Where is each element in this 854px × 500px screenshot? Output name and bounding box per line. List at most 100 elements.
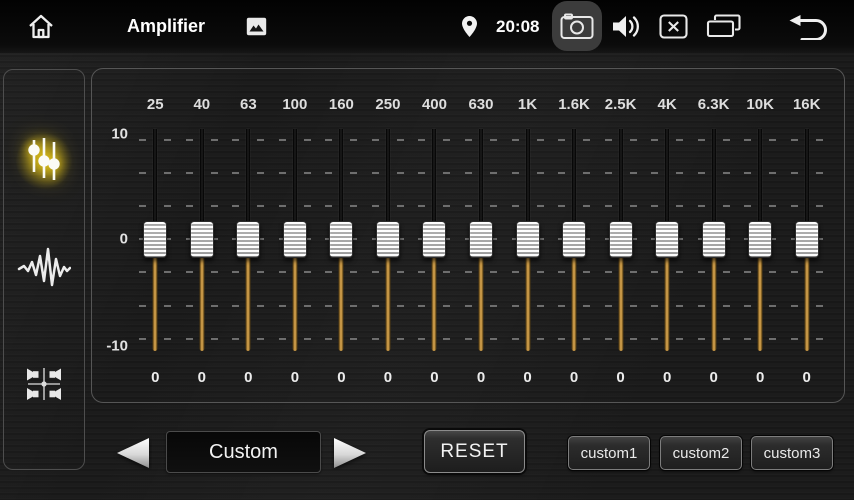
tick-mark bbox=[257, 205, 264, 207]
tick-mark bbox=[744, 305, 751, 307]
tick-mark bbox=[698, 305, 705, 307]
tick-mark bbox=[372, 139, 379, 141]
band-frequency-label: 63 bbox=[225, 96, 272, 113]
custom2-button[interactable]: custom2 bbox=[660, 436, 742, 470]
reset-button[interactable]: RESET bbox=[424, 430, 525, 473]
tick-mark bbox=[490, 305, 497, 307]
tick-mark bbox=[350, 305, 357, 307]
tick-mark bbox=[512, 205, 519, 207]
tick-mark bbox=[676, 305, 683, 307]
eq-slider-knob[interactable] bbox=[376, 221, 400, 258]
sidebar-item-sound-effects[interactable] bbox=[16, 241, 72, 297]
eq-slider-knob[interactable] bbox=[469, 221, 493, 258]
tick-mark bbox=[630, 205, 637, 207]
eq-band: 630 0 bbox=[458, 69, 505, 402]
tick-mark bbox=[698, 271, 705, 273]
tick-mark bbox=[211, 305, 218, 307]
preset-prev-arrow[interactable] bbox=[112, 436, 152, 470]
tick-mark bbox=[744, 139, 751, 141]
tick-mark bbox=[816, 139, 823, 141]
eq-slider[interactable] bbox=[132, 129, 179, 351]
tick-mark bbox=[232, 271, 239, 273]
tick-mark bbox=[304, 172, 311, 174]
eq-slider-knob[interactable] bbox=[516, 221, 540, 258]
tick-mark bbox=[630, 172, 637, 174]
tick-mark bbox=[372, 271, 379, 273]
eq-slider[interactable] bbox=[737, 129, 784, 351]
eq-band: 1K 0 bbox=[504, 69, 551, 402]
eq-slider[interactable] bbox=[272, 129, 319, 351]
eq-slider-knob[interactable] bbox=[283, 221, 307, 258]
sidebar-item-equalizer[interactable] bbox=[16, 133, 72, 189]
close-app-icon[interactable] bbox=[659, 14, 688, 39]
eq-band: 160 0 bbox=[318, 69, 365, 402]
sidebar-item-speaker-balance[interactable] bbox=[16, 358, 72, 414]
equalizer-panel: 10 0 -10 25 0 40 bbox=[91, 68, 845, 403]
band-gain-value: 0 bbox=[179, 369, 226, 386]
band-frequency-label: 16K bbox=[783, 96, 830, 113]
photo-icon[interactable] bbox=[246, 17, 267, 36]
tick-mark bbox=[279, 139, 286, 141]
eq-slider-knob[interactable] bbox=[702, 221, 726, 258]
home-icon[interactable] bbox=[27, 13, 55, 40]
eq-slider-knob[interactable] bbox=[190, 221, 214, 258]
tick-mark bbox=[325, 139, 332, 141]
speaker-balance-icon bbox=[21, 361, 67, 412]
eq-slider[interactable] bbox=[551, 129, 598, 351]
eq-slider[interactable] bbox=[597, 129, 644, 351]
tick-mark bbox=[418, 139, 425, 141]
volume-icon[interactable] bbox=[611, 13, 641, 40]
custom3-button[interactable]: custom3 bbox=[751, 436, 833, 470]
eq-slider-knob[interactable] bbox=[655, 221, 679, 258]
eq-slider[interactable] bbox=[318, 129, 365, 351]
band-frequency-label: 25 bbox=[132, 96, 179, 113]
tick-mark bbox=[605, 205, 612, 207]
tick-mark bbox=[676, 271, 683, 273]
preset-selector[interactable]: Custom bbox=[166, 431, 321, 473]
eq-slider-knob[interactable] bbox=[422, 221, 446, 258]
band-gain-value: 0 bbox=[737, 369, 784, 386]
eq-slider[interactable] bbox=[458, 129, 505, 351]
tick-mark bbox=[350, 271, 357, 273]
eq-slider-knob[interactable] bbox=[795, 221, 819, 258]
eq-slider[interactable] bbox=[225, 129, 272, 351]
eq-slider-knob[interactable] bbox=[329, 221, 353, 258]
custom1-button[interactable]: custom1 bbox=[568, 436, 650, 470]
eq-slider-knob[interactable] bbox=[236, 221, 260, 258]
eq-slider[interactable] bbox=[504, 129, 551, 351]
recent-apps-icon[interactable] bbox=[706, 14, 742, 39]
eq-slider[interactable] bbox=[365, 129, 412, 351]
eq-slider-knob[interactable] bbox=[609, 221, 633, 258]
eq-slider[interactable] bbox=[179, 129, 226, 351]
back-icon[interactable] bbox=[788, 14, 830, 40]
tick-mark bbox=[418, 172, 425, 174]
tick-mark bbox=[465, 271, 472, 273]
tick-mark bbox=[723, 338, 730, 340]
eq-slider[interactable] bbox=[783, 129, 830, 351]
tick-mark bbox=[164, 205, 171, 207]
tick-mark bbox=[372, 305, 379, 307]
tick-mark bbox=[630, 305, 637, 307]
tick-mark bbox=[744, 338, 751, 340]
tick-mark bbox=[583, 305, 590, 307]
camera-icon[interactable] bbox=[552, 1, 602, 51]
tick-mark bbox=[676, 172, 683, 174]
location-pin-icon[interactable] bbox=[461, 15, 478, 38]
eq-slider-knob[interactable] bbox=[562, 221, 586, 258]
eq-slider-knob[interactable] bbox=[748, 221, 772, 258]
band-frequency-label: 1.6K bbox=[551, 96, 598, 113]
tick-mark bbox=[372, 172, 379, 174]
eq-slider[interactable] bbox=[411, 129, 458, 351]
band-gain-value: 0 bbox=[318, 369, 365, 386]
tick-mark bbox=[164, 338, 171, 340]
eq-slider[interactable] bbox=[644, 129, 691, 351]
tick-mark bbox=[443, 205, 450, 207]
eq-band: 10K 0 bbox=[737, 69, 784, 402]
tick-mark bbox=[490, 271, 497, 273]
tick-mark bbox=[304, 271, 311, 273]
tick-mark bbox=[372, 338, 379, 340]
preset-next-arrow[interactable] bbox=[331, 436, 371, 470]
eq-slider[interactable] bbox=[690, 129, 737, 351]
eq-slider-knob[interactable] bbox=[143, 221, 167, 258]
tick-mark bbox=[605, 338, 612, 340]
